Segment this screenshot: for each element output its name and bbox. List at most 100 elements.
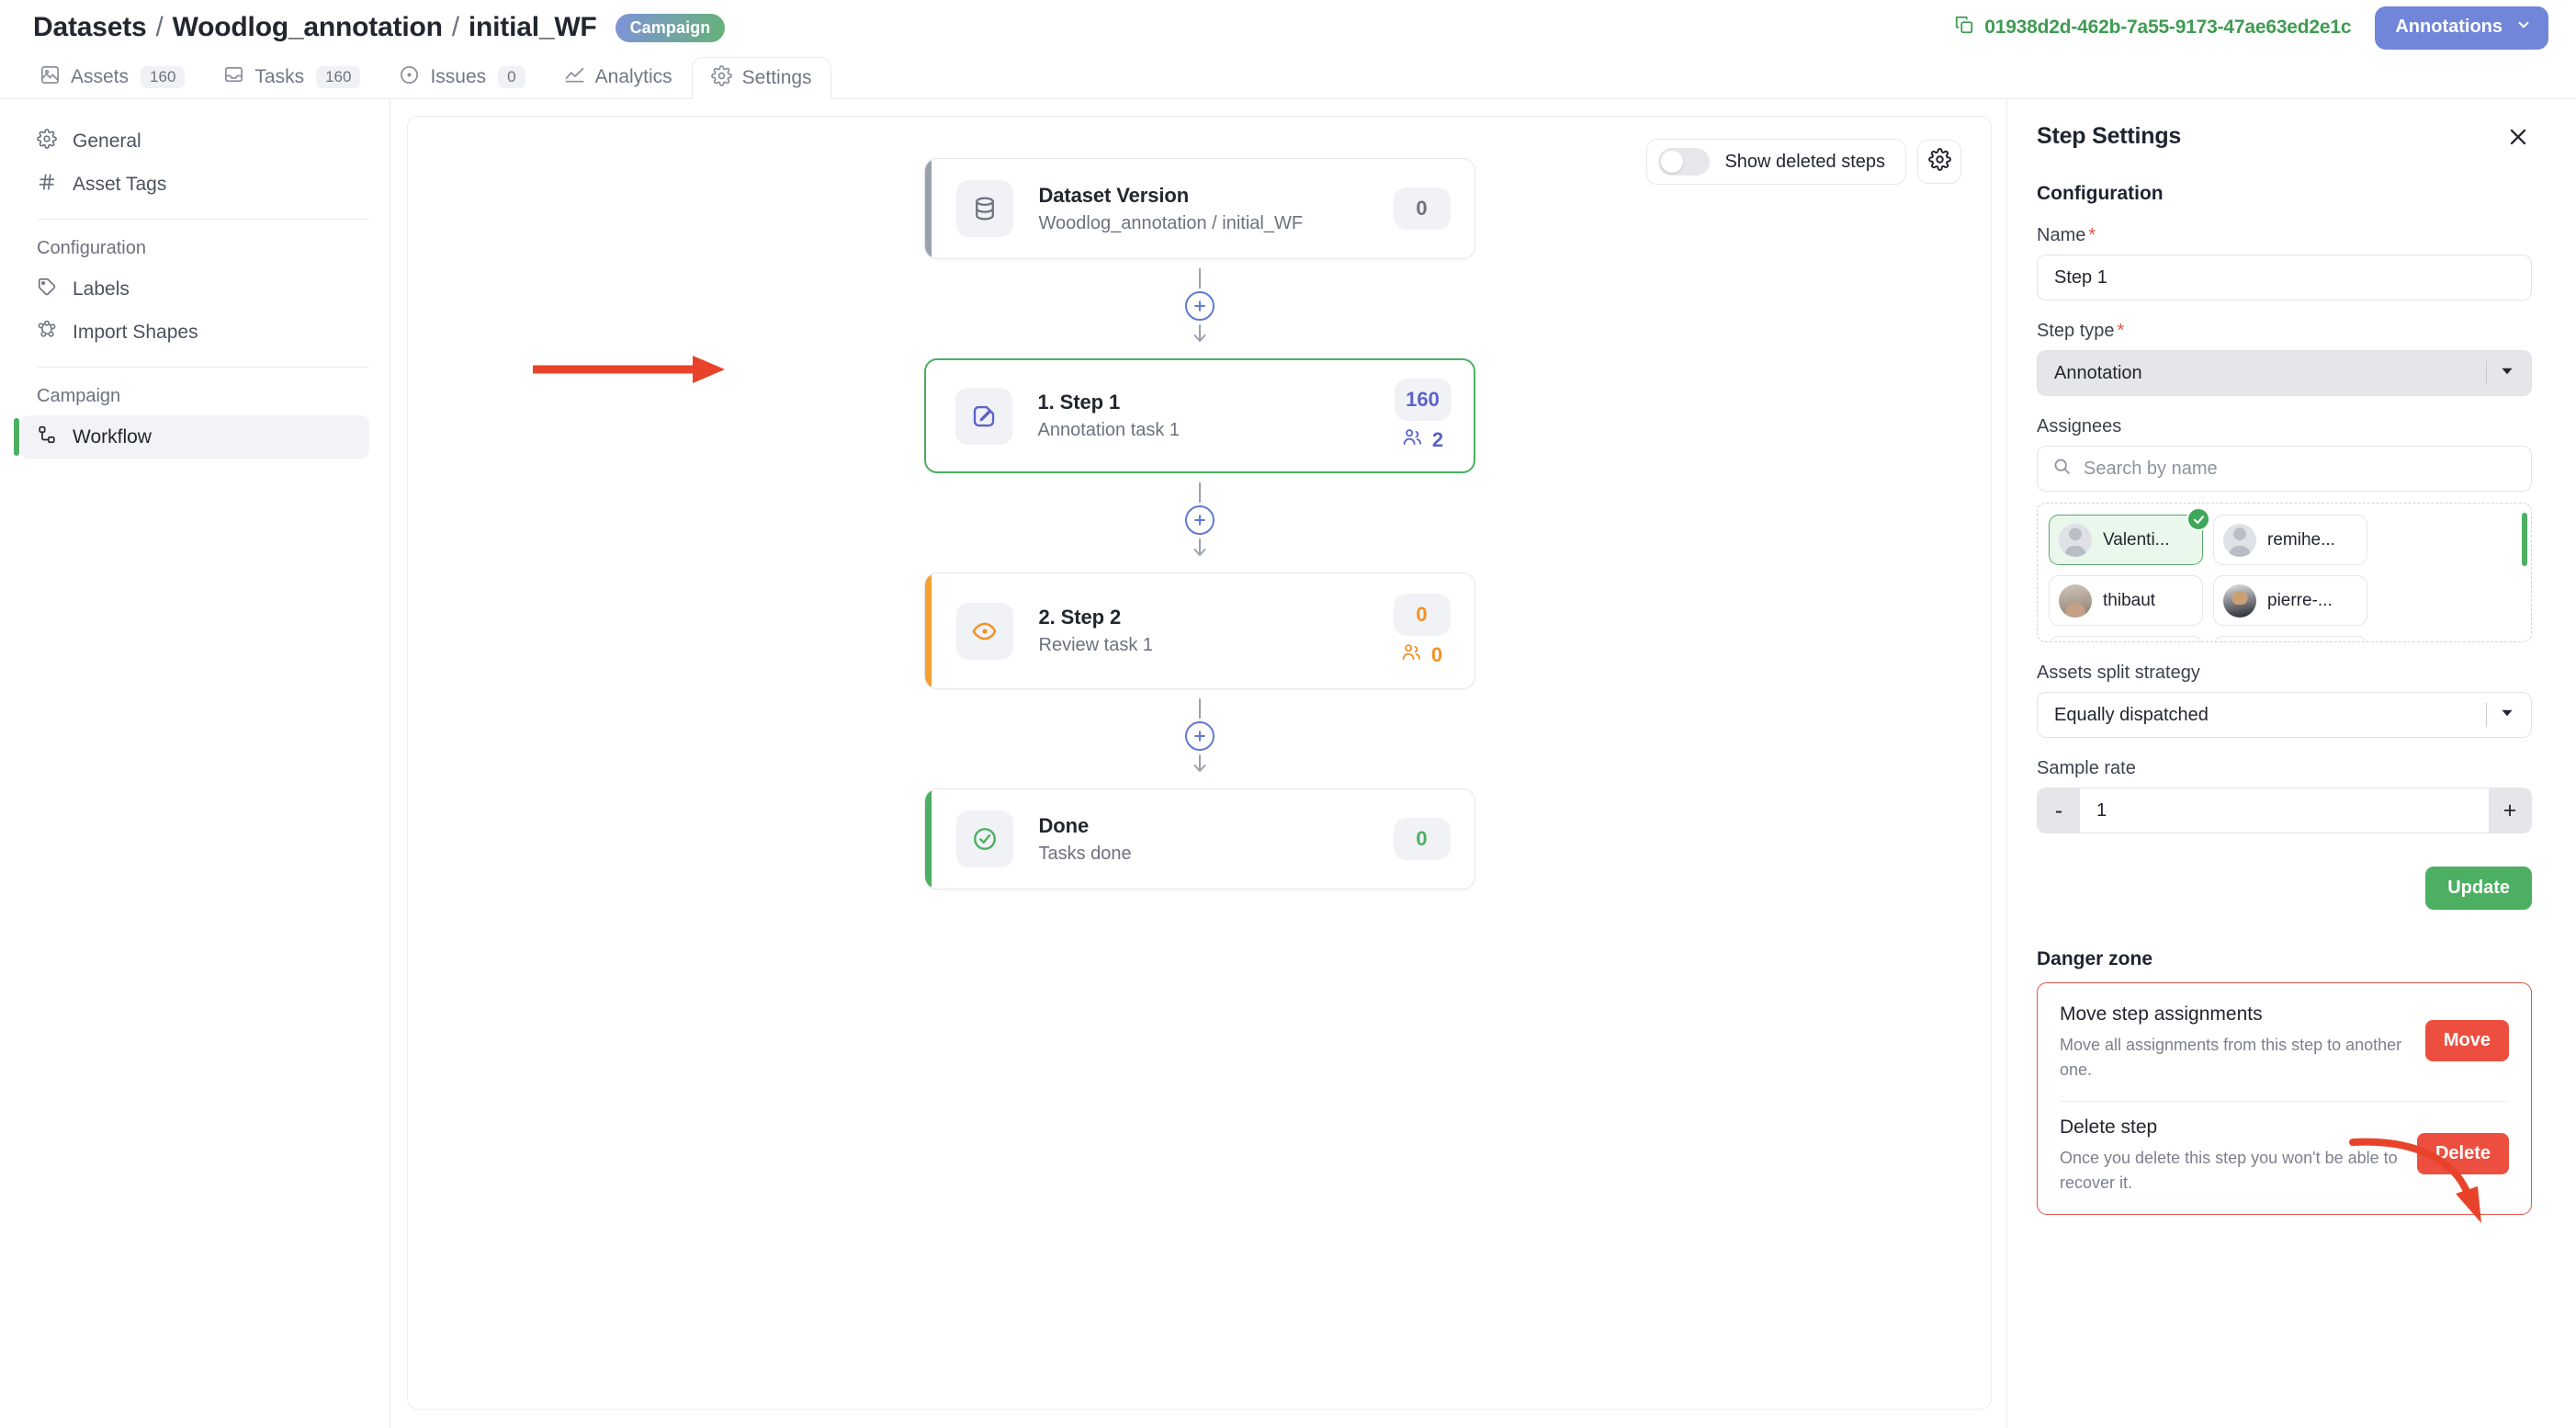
workflow-node-dataset-version[interactable]: Dataset Version Woodlog_annotation / ini…: [923, 158, 1475, 259]
arrow-down-icon: [1192, 538, 1208, 564]
tab-settings-label: Settings: [741, 67, 812, 88]
tab-issues-count: 0: [498, 66, 525, 88]
alert-circle-icon: [399, 64, 420, 91]
add-step-button[interactable]: [1184, 720, 1215, 751]
step-settings-panel: Step Settings Configuration Name* Step t…: [2006, 99, 2576, 1428]
danger-item-move: Move step assignments Move all assignmen…: [2060, 1003, 2509, 1082]
select-caret-wrap: [2486, 361, 2514, 385]
workflow-canvas[interactable]: Show deleted steps Dataset Version Woodl…: [407, 116, 1992, 1410]
annotations-label: Annotations: [2395, 17, 2503, 37]
delete-button[interactable]: Delete: [2416, 1133, 2509, 1174]
node-text: 2. Step 2 Review task 1: [1039, 606, 1394, 656]
node-subtitle: Tasks done: [1038, 843, 1132, 864]
connector-line: [1198, 267, 1201, 289]
arrow-down-icon: [1192, 323, 1208, 350]
breadcrumb-datasets[interactable]: Datasets: [33, 12, 147, 43]
assignee-chip-pierre[interactable]: pierre-...: [2213, 575, 2367, 626]
node-metrics: 0: [1393, 187, 1451, 230]
canvas-settings-button[interactable]: [1917, 140, 1961, 184]
sidebar-item-general[interactable]: General: [20, 119, 369, 163]
workflow-connector-3: [924, 689, 1475, 788]
assignee-name: pierre-...: [2267, 590, 2333, 610]
danger-item-delete: Delete step Once you delete this step yo…: [2060, 1116, 2509, 1196]
project-uid-text: 01938d2d-462b-7a55-9173-47ae63ed2e1c: [1984, 17, 2352, 38]
split-strategy-select[interactable]: Equally dispatched: [2037, 692, 2532, 738]
annotations-button[interactable]: Annotations: [2375, 6, 2548, 50]
copy-icon[interactable]: [1954, 15, 1974, 40]
sample-rate-decrement[interactable]: -: [2038, 788, 2080, 833]
tab-settings[interactable]: Settings: [691, 57, 831, 99]
assignees-list[interactable]: Valenti... remihe... thibaut pierre-...: [2037, 503, 2532, 642]
check-circle-icon: [955, 810, 1013, 867]
toggle-switch[interactable]: [1658, 148, 1711, 176]
sample-rate-increment[interactable]: +: [2489, 788, 2531, 833]
sample-rate-value[interactable]: 1: [2080, 788, 2489, 833]
workflow-connector-2: [924, 473, 1475, 572]
assignees-scrollbar[interactable]: [2522, 513, 2527, 632]
workflow-node-done[interactable]: Done Tasks done 0: [923, 788, 1475, 890]
canvas-toolbar: Show deleted steps: [1646, 139, 1961, 185]
gear-icon: [1927, 148, 1951, 176]
sidebar-item-asset-tags[interactable]: Asset Tags: [20, 163, 369, 206]
assignees-scrollbar-thumb[interactable]: [2522, 513, 2527, 566]
step-type-value: Annotation: [2054, 362, 2142, 383]
name-input[interactable]: [2037, 255, 2532, 300]
node-text: Done Tasks done: [1039, 814, 1394, 865]
node-subtitle: Annotation task 1: [1037, 420, 1181, 440]
chart-line-icon: [564, 64, 585, 91]
tab-tasks[interactable]: Tasks 160: [204, 56, 379, 98]
workflow-icon: [37, 425, 57, 450]
danger-zone-box: Move step assignments Move all assignmen…: [2037, 982, 2532, 1215]
settings-sidebar: General Asset Tags Configuration Labels …: [0, 99, 390, 1428]
tab-assets-label: Assets: [71, 66, 130, 87]
users-icon: [1402, 426, 1423, 453]
node-rail: [924, 573, 932, 688]
node-metrics: 160 2: [1394, 379, 1452, 453]
breadcrumb-workflow[interactable]: initial_WF: [469, 12, 597, 43]
workflow-node-step-1[interactable]: 1. Step 1 Annotation task 1 160 2: [923, 358, 1475, 473]
sidebar-item-workflow-label: Workflow: [73, 425, 152, 448]
sidebar-item-import-shapes[interactable]: Import Shapes: [20, 311, 369, 354]
node-title: 1. Step 1: [1037, 391, 1121, 414]
workflow-node-step-2[interactable]: 2. Step 2 Review task 1 0 0: [923, 572, 1475, 689]
add-step-button[interactable]: [1184, 290, 1215, 321]
step-type-select[interactable]: Annotation: [2037, 350, 2532, 396]
assignee-name: remihe...: [2267, 529, 2335, 550]
assignee-chip-thibaut[interactable]: thibaut: [2049, 575, 2203, 626]
chevron-down-icon: [2500, 363, 2514, 384]
add-step-button[interactable]: [1184, 504, 1215, 535]
assignee-chip-valentin[interactable]: Valenti...: [2049, 507, 2210, 565]
sidebar-group-configuration: Configuration: [37, 238, 146, 258]
assignees-label: Assignees: [2037, 416, 2122, 436]
assignee-chip-cbrunie[interactable]: cbrunie: [2049, 636, 2203, 641]
node-assignee-count: 2: [1402, 426, 1443, 453]
tab-analytics[interactable]: Analytics: [545, 56, 692, 98]
top-bar-right: 01938d2d-462b-7a55-9173-47ae63ed2e1c Ann…: [1954, 6, 2548, 50]
edit-square-icon: [955, 387, 1012, 445]
sidebar-item-workflow[interactable]: Workflow: [14, 415, 369, 459]
step-type-label-text: Step type: [2037, 321, 2115, 341]
assignee-search-input[interactable]: [2084, 458, 2516, 480]
project-uid[interactable]: 01938d2d-462b-7a55-9173-47ae63ed2e1c: [1954, 15, 2352, 40]
close-icon[interactable]: [2504, 123, 2532, 155]
show-deleted-steps-toggle[interactable]: Show deleted steps: [1646, 139, 1906, 185]
assignee-search-box[interactable]: [2037, 446, 2532, 492]
select-divider: [2486, 703, 2487, 727]
annotation-arrow-step1: [533, 356, 725, 383]
gear-icon: [710, 64, 732, 92]
sidebar-item-labels[interactable]: Labels: [20, 267, 369, 311]
tab-assets[interactable]: Assets 160: [20, 56, 204, 98]
assignee-chip-remihe[interactable]: remihe...: [2213, 515, 2367, 565]
split-strategy-value: Equally dispatched: [2054, 704, 2209, 725]
name-label-text: Name: [2037, 225, 2086, 245]
shapes-icon: [37, 320, 57, 346]
workflow-canvas-inner: Show deleted steps Dataset Version Woodl…: [408, 117, 1991, 1409]
breadcrumb-dataset[interactable]: Woodlog_annotation: [173, 12, 443, 43]
update-button[interactable]: Update: [2425, 867, 2532, 910]
sample-rate-label: Sample rate: [2037, 758, 2136, 778]
assignee-chip-lucien[interactable]: THIS IMAGE IS NOT AVAILABLE IN YOUR COUN…: [2213, 636, 2367, 641]
tab-issues[interactable]: Issues 0: [379, 56, 544, 98]
node-text: 1. Step 1 Annotation task 1: [1038, 391, 1395, 441]
workflow-canvas-wrapper: Show deleted steps Dataset Version Woodl…: [390, 99, 2006, 1428]
move-button[interactable]: Move: [2424, 1020, 2509, 1061]
